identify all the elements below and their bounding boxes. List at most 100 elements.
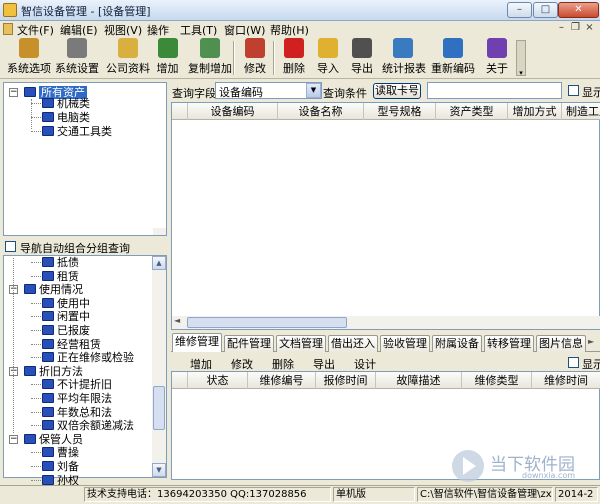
tree-node-computer[interactable]: 电脑类 <box>42 111 90 124</box>
toolbar-copy-add-button[interactable]: 复制增加 <box>187 38 233 78</box>
repair-delete-button[interactable]: 删除 <box>272 356 294 372</box>
toolbar-report-button[interactable]: 统计报表 <box>382 38 426 78</box>
tree-node-vehicle[interactable]: 交通工具类 <box>42 125 112 138</box>
tab-picture-info[interactable]: 图片信息 <box>536 335 586 352</box>
nav-tree-item[interactable]: 闲置中 <box>42 310 90 323</box>
menu-edit[interactable]: 编辑(E) <box>60 22 98 38</box>
mdi-close-button[interactable]: × <box>584 22 595 34</box>
nav-tree-group[interactable]: 保管人员 <box>24 433 83 446</box>
menu-window[interactable]: 窗口(W) <box>224 22 265 38</box>
scroll-left-icon[interactable]: ◄ <box>174 316 180 325</box>
tree-connector <box>31 425 41 427</box>
col-repair-time[interactable]: 维修时间 <box>532 372 600 389</box>
nav-tree-scroll-thumb[interactable] <box>153 386 165 430</box>
tab-repair-management[interactable]: 维修管理 <box>172 333 222 352</box>
equipment-grid-hscroll-thumb[interactable] <box>187 317 347 328</box>
mdi-restore-button[interactable]: ❐ <box>570 22 581 34</box>
nav-tree-scrollbar[interactable] <box>152 256 166 477</box>
col-equipment-name[interactable]: 设备名称 <box>278 103 364 120</box>
toolbar-system-settings-button[interactable]: 系统设置 <box>55 38 99 78</box>
toolbar-button-label: 导出 <box>351 62 373 75</box>
repair-show-checkbox[interactable] <box>568 357 579 368</box>
nav-tree-item[interactable]: 不计提折旧 <box>42 378 112 391</box>
col-manufacturer[interactable]: 制造工厂 <box>562 103 600 120</box>
menu-view[interactable]: 视图(V) <box>104 22 142 38</box>
toolbar-button-label: 增加 <box>156 62 179 75</box>
toolbar-add-button[interactable]: 增加 <box>151 38 184 78</box>
col-status[interactable]: 状态 <box>188 372 248 389</box>
tab-accessory-equipment[interactable]: 附属设备 <box>432 335 482 352</box>
col-asset-type[interactable]: 资产类型 <box>436 103 508 120</box>
repair-add-button[interactable]: 增加 <box>190 356 212 372</box>
nav-tree-group[interactable]: 折旧方法 <box>24 365 83 378</box>
nav-tree-item[interactable]: 已报废 <box>42 324 90 337</box>
mdi-minimize-button[interactable]: – <box>556 22 567 34</box>
toolbar-recode-button[interactable]: 重新编码 <box>429 38 477 78</box>
tab-parts-management[interactable]: 配件管理 <box>224 335 274 352</box>
collapse-icon[interactable]: − <box>9 434 18 444</box>
col-equipment-code[interactable]: 设备编码 <box>188 103 278 120</box>
scroll-down-icon[interactable]: ▼ <box>152 463 166 477</box>
asset-tree-scrollbar[interactable] <box>153 228 166 235</box>
mdi-doc-icon[interactable] <box>3 23 13 35</box>
recode-icon <box>443 38 463 58</box>
show-checkbox[interactable] <box>568 85 579 96</box>
nav-tree-item[interactable]: 租赁 <box>42 270 79 283</box>
toolbar-export-button[interactable]: 导出 <box>347 38 377 78</box>
tab-transfer-management[interactable]: 转移管理 <box>484 335 534 352</box>
scroll-up-icon[interactable]: ▲ <box>152 256 166 270</box>
maximize-button[interactable]: □ <box>533 2 558 18</box>
col-add-method[interactable]: 增加方式 <box>508 103 562 120</box>
tab-acceptance-management[interactable]: 验收管理 <box>380 335 430 352</box>
close-button[interactable]: ✕ <box>558 2 599 18</box>
repair-export-button[interactable]: 导出 <box>313 356 335 372</box>
tree-node-machinery[interactable]: 机械类 <box>42 97 90 110</box>
toolbar-overflow-chevron-icon[interactable]: ▾ <box>516 40 526 77</box>
folder-icon <box>42 338 54 349</box>
query-condition-input[interactable] <box>427 82 562 99</box>
nav-tree-item[interactable]: 正在维修或检验 <box>42 351 134 364</box>
toolbar-import-button[interactable]: 导入 <box>313 38 343 78</box>
menu-file[interactable]: 文件(F) <box>17 22 54 38</box>
nav-tree-item[interactable]: 使用中 <box>42 297 90 310</box>
col-model-spec[interactable]: 型号规格 <box>364 103 436 120</box>
collapse-icon[interactable]: − <box>9 88 18 97</box>
toolbar-edit-button[interactable]: 修改 <box>238 38 272 78</box>
equipment-grid[interactable] <box>171 102 600 330</box>
nav-tree-item[interactable]: 曹操 <box>42 446 79 459</box>
menu-tools[interactable]: 工具(T) <box>180 22 217 38</box>
toolbar-system-options-button[interactable]: 系统选项 <box>4 38 54 78</box>
tab-document-management[interactable]: 文档管理 <box>276 335 326 352</box>
nav-tree-item[interactable]: 双倍余额递减法 <box>42 419 134 432</box>
folder-icon <box>24 284 36 295</box>
read-card-button[interactable]: 读取卡号 <box>373 83 421 99</box>
minimize-button[interactable]: – <box>507 2 532 18</box>
nav-tree-item[interactable]: 平均年限法 <box>42 392 112 405</box>
toolbar-separator <box>233 41 235 75</box>
nav-tree-item[interactable]: 刘备 <box>42 460 79 473</box>
col-repair-type[interactable]: 维修类型 <box>462 372 532 389</box>
nav-tree-item[interactable]: 年数总和法 <box>42 406 112 419</box>
col-fault-description[interactable]: 故障描述 <box>376 372 462 389</box>
menu-operate[interactable]: 操作 <box>147 22 169 38</box>
nav-tree-label: 已报废 <box>57 324 90 337</box>
toolbar-about-button[interactable]: 关于 <box>480 38 514 78</box>
play-icon <box>463 457 476 475</box>
col-repair-number[interactable]: 维修编号 <box>248 372 316 389</box>
group-query-checkbox[interactable] <box>5 241 16 252</box>
col-report-time[interactable]: 报修时间 <box>316 372 376 389</box>
tree-connector <box>31 316 41 318</box>
nav-tree-item[interactable]: 抵债 <box>42 256 79 269</box>
nav-tree-group[interactable]: 使用情况 <box>24 283 83 296</box>
tab-scroll-icon[interactable]: ► <box>588 337 594 346</box>
toolbar-company-info-button[interactable]: 公司资料 <box>104 38 152 78</box>
repair-design-button[interactable]: 设计 <box>354 356 376 372</box>
menu-help[interactable]: 帮助(H) <box>270 22 309 38</box>
toolbar-delete-button[interactable]: 删除 <box>278 38 310 78</box>
nav-tree-item[interactable]: 经营租赁 <box>42 338 101 351</box>
tab-lend-return[interactable]: 借出还入 <box>328 335 378 352</box>
folder-icon <box>42 98 54 108</box>
repair-edit-button[interactable]: 修改 <box>231 356 253 372</box>
toolbar-button-label: 公司资料 <box>106 62 150 75</box>
dropdown-arrow-icon[interactable]: ▼ <box>306 83 321 98</box>
